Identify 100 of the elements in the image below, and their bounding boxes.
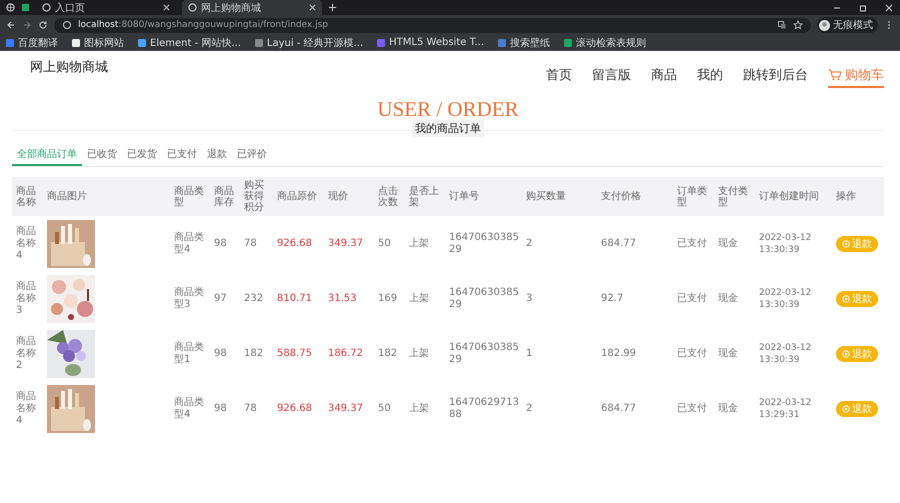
close-icon[interactable] [309,4,316,11]
url-text: localhost:8080/wangshanggouwupingtai/front/index.jsp [78,20,328,30]
restore-icon[interactable] [858,2,868,12]
column-header: 支付价格 [601,191,641,202]
refund-icon [842,240,850,248]
table-cell: 92.7 [601,292,624,304]
table-cell: 98 [214,238,227,248]
nav-link[interactable]: 首页 [546,66,572,88]
table-cell: 182 [378,348,398,358]
table-cell: 1647063038529 [449,286,519,310]
table-cell: 1647063038529 [449,342,519,364]
close-icon[interactable] [163,4,170,11]
column-header: 现价 [328,191,348,202]
browser-tab[interactable]: 网上购物商城 [182,0,322,15]
column-header: 操作 [836,191,856,202]
table-cell: 商品名称2 [16,336,36,370]
table-cell: 349.37 [328,238,363,248]
column-header: 商品库存 [214,186,234,208]
bookmark[interactable]: 滚动检索表规则 [564,36,646,50]
table-cell: 已支付 [677,348,707,358]
table-cell: 现金 [718,348,738,358]
site-logo[interactable]: 网上购物商城 [30,58,108,76]
table-cell: 926.68 [277,402,312,414]
profile-button[interactable]: 无痕模式 [817,17,878,33]
order-tab[interactable]: 已收货 [82,145,122,166]
column-header: 支付类型 [718,186,748,208]
table-cell: 2022-03-12 13:29:31 [759,398,812,420]
order-tab[interactable]: 已发货 [122,145,162,166]
table-cell: 50 [378,402,391,414]
table-cell: 98 [214,402,227,414]
bookmark-icon [498,38,506,46]
browser-tab[interactable]: 入口页 [36,0,176,15]
address-field[interactable]: localhost:8080/wangshanggouwupingtai/front/index.jsp [54,18,811,32]
table-cell: 1647062971388 [449,396,519,420]
column-header: 购买数量 [526,191,566,202]
table-cell: 商品类型3 [174,286,204,310]
table-cell: 2022-03-12 13:30:39 [759,342,812,364]
table-cell: 349.37 [328,402,363,414]
table-cell: 2 [526,238,532,248]
table-cell: 商品名称4 [16,226,36,260]
column-header: 商品图片 [47,191,87,202]
refund-icon [842,294,850,302]
column-header: 购买获得积分 [244,180,264,213]
bookmark[interactable]: Element - 网站快... [138,36,241,50]
table-cell: 商品名称4 [16,390,36,426]
bookmark-icon [6,38,14,46]
close-icon[interactable] [884,2,894,12]
table-cell: 588.75 [277,348,312,358]
order-tab[interactable]: 已支付 [162,145,202,166]
plus-icon[interactable] [328,3,337,12]
column-header: 订单类型 [677,186,707,208]
table-cell: 已支付 [677,292,707,304]
bookmark[interactable]: 图标网站 [72,36,124,50]
table-cell: 现金 [718,402,738,414]
nav-link[interactable]: 商品 [651,66,677,88]
table-cell: 3 [526,292,532,304]
table-cell: 2022-03-12 13:30:39 [759,288,812,310]
bookmark-icon [254,38,263,46]
table-cell: 169 [378,292,398,304]
refund-icon [842,404,850,412]
table-cell: 商品类型1 [174,342,204,364]
table-cell: 182 [244,348,264,358]
table-cell: 810.71 [277,292,312,304]
nav-link[interactable]: 我的 [697,66,723,88]
bookmark[interactable]: HTML5 Website T... [377,37,484,48]
forward-icon[interactable] [22,20,32,30]
table-cell: 31.53 [328,292,357,304]
table-cell: 上架 [409,348,429,358]
star-icon[interactable] [793,20,803,30]
column-header: 商品类型 [174,186,204,208]
table-cell: 已支付 [677,402,707,414]
back-icon[interactable] [6,20,16,30]
table-cell: 78 [244,238,257,248]
table-cell: 上架 [409,292,429,304]
order-tab[interactable]: 退款 [202,145,232,166]
column-header: 商品原价 [277,191,317,202]
bookmark[interactable]: Layui - 经典开源模... [254,36,364,50]
sheet-icon[interactable] [21,3,30,12]
nav-link[interactable]: 留言版 [592,66,631,88]
table-cell: 182.99 [601,348,636,358]
order-tab[interactable]: 已评价 [232,145,272,166]
table-cell: 1 [526,348,532,358]
column-header: 商品名称 [16,186,36,208]
nav-link[interactable]: 跳转到后台 [743,66,808,88]
bookmark[interactable]: 搜索壁纸 [498,36,550,50]
table-cell: 上架 [409,402,429,414]
table-cell: 上架 [409,238,429,248]
table-cell: 97 [214,292,227,304]
reload-icon[interactable] [38,20,48,30]
table-cell: 已支付 [677,238,707,248]
table-cell: 50 [378,238,391,248]
table-cell: 78 [244,402,257,414]
column-header: 订单号 [449,191,479,202]
bookmark[interactable]: 百度翻译 [6,36,58,50]
table-cell: 商品名称3 [16,280,36,316]
page-title: USER / ORDER [377,98,519,120]
bookmark-icon [138,38,146,46]
page-subtitle: 我的商品订单 [412,120,484,137]
translate-icon[interactable] [777,20,787,30]
bookmark-icon [377,38,386,46]
